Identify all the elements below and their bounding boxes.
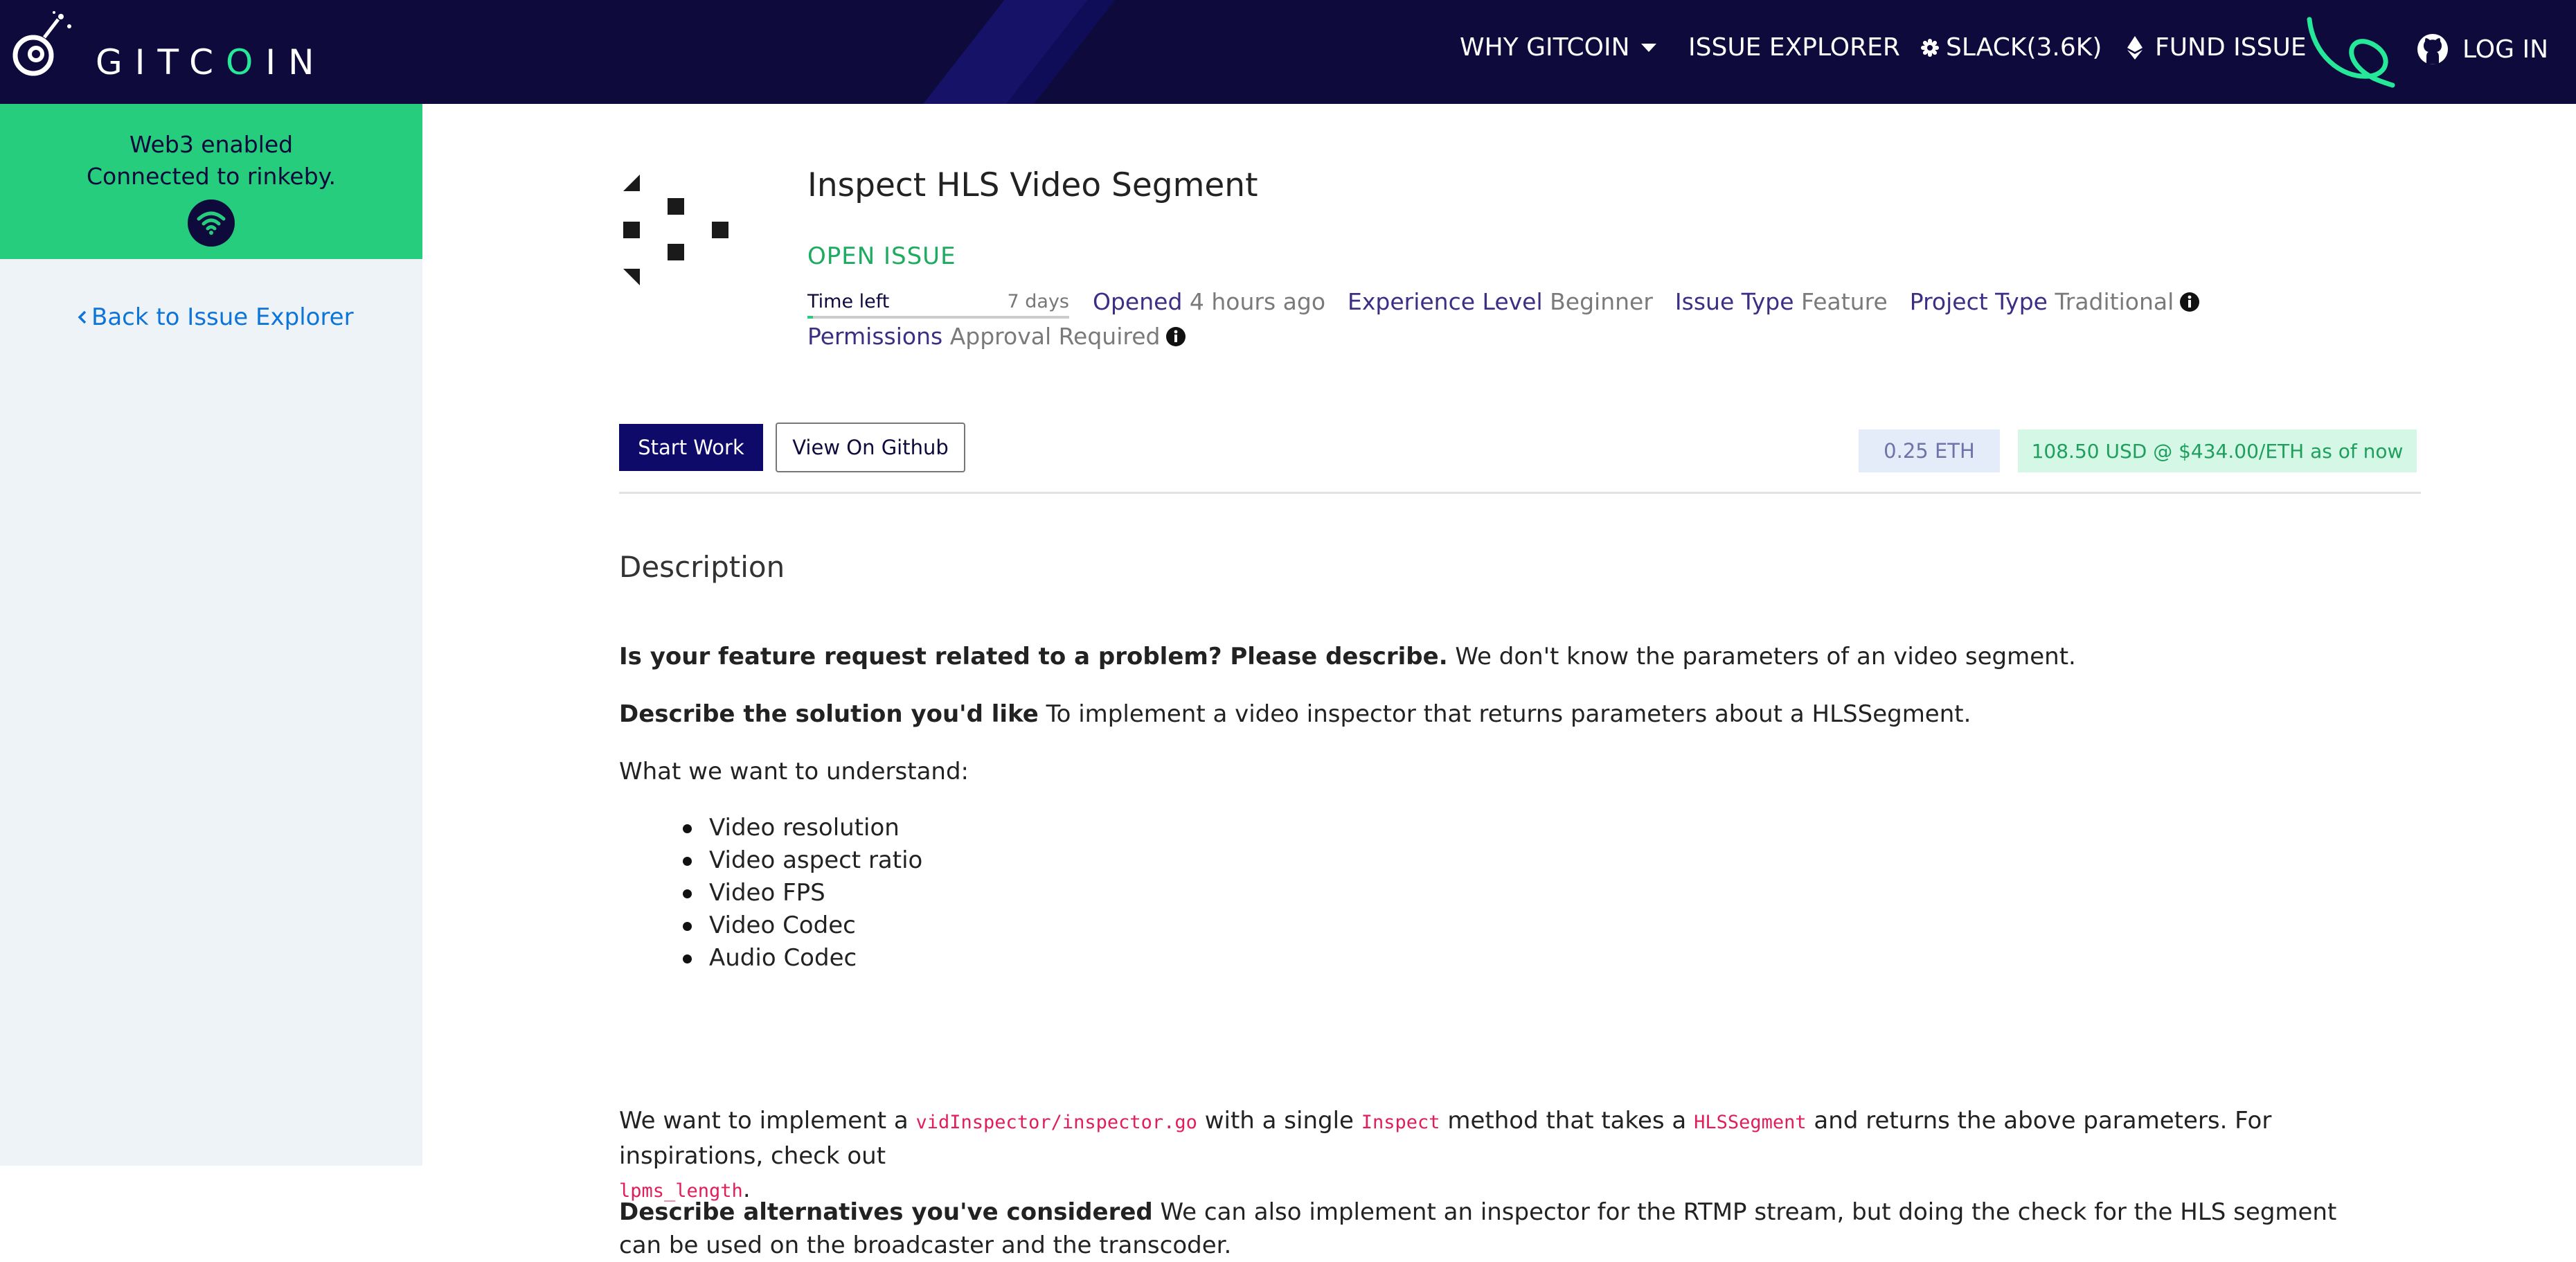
list-item: Video aspect ratio: [683, 844, 922, 877]
list-item: Video FPS: [683, 877, 922, 909]
chevron-down-icon: [1640, 43, 1656, 52]
issue-detail: Inspect HLS Video Segment OPEN ISSUE Tim…: [422, 104, 2576, 1259]
time-left-progress: [807, 316, 1069, 319]
time-left-value: 7 days: [1007, 291, 1070, 312]
gitcoin-wordmark: GITCOIN: [96, 42, 327, 82]
start-work-button[interactable]: Start Work: [619, 424, 763, 471]
nav-login[interactable]: LOG IN: [2417, 33, 2548, 65]
description-heading: Description: [619, 550, 785, 584]
meta-permissions: Permissions Approval Required: [807, 323, 1186, 353]
description-paragraph-solution: Describe the solution you'd like To impl…: [619, 700, 1971, 728]
decorative-squiggle-icon: [2307, 17, 2395, 88]
parameters-list: Video resolution Video aspect ratio Vide…: [683, 812, 922, 975]
nav-why-label: WHY GITCOIN: [1460, 33, 1630, 62]
slack-icon: [1920, 37, 1940, 58]
description-paragraph-problem: Is your feature request related to a pro…: [619, 643, 2076, 670]
description-paragraph-implement: We want to implement a vidInspector/insp…: [619, 1107, 2272, 1203]
nav-login-label: LOG IN: [2462, 35, 2548, 64]
info-icon[interactable]: [1165, 326, 1186, 353]
gitcoin-logo[interactable]: GITCOIN: [10, 10, 327, 86]
description-paragraph-alternatives: Describe alternatives you've considered …: [619, 1198, 2337, 1259]
list-item: Audio Codec: [683, 942, 922, 975]
list-item: Video Codec: [683, 909, 922, 942]
usd-amount-badge: 108.50 USD @ $434.00/ETH as of now: [2018, 429, 2417, 472]
nav-why-gitcoin[interactable]: WHY GITCOIN: [1460, 33, 1656, 62]
issue-status-badge: OPEN ISSUE: [807, 242, 956, 270]
time-left-indicator: Time left 7 days: [807, 281, 1069, 320]
section-divider: [619, 492, 2421, 494]
nav-fund-issue[interactable]: FUND ISSUE: [2127, 33, 2307, 62]
sidebar: Web3 enabled Connected to rinkeby. Back …: [0, 104, 422, 1166]
web3-status-panel: Web3 enabled Connected to rinkeby.: [0, 104, 422, 259]
meta-project-type: Project Type Traditional: [1910, 288, 2201, 318]
nav-slack[interactable]: SLACK(3.6K): [1920, 33, 2102, 62]
time-left-progress-fill: [807, 316, 813, 319]
network-status-text: Connected to rinkeby.: [87, 163, 336, 190]
back-link-label: Back to Issue Explorer: [91, 303, 354, 331]
time-left-label: Time left: [807, 291, 890, 312]
nav-explorer-label: ISSUE EXPLORER: [1688, 33, 1900, 62]
list-item: Video resolution: [683, 812, 922, 844]
web3-enabled-text: Web3 enabled: [129, 131, 294, 158]
code-inline: Inspect: [1361, 1112, 1440, 1133]
nav-issue-explorer[interactable]: ISSUE EXPLORER: [1688, 33, 1900, 62]
issue-title: Inspect HLS Video Segment: [807, 166, 1258, 204]
gitcoin-logo-icon: [12, 11, 71, 76]
description-paragraph-understand: What we want to understand:: [619, 758, 969, 785]
info-icon[interactable]: [2179, 291, 2200, 318]
eth-amount-badge: 0.25 ETH: [1859, 429, 2000, 472]
github-icon: [2417, 33, 2449, 65]
project-avatar: [623, 175, 728, 285]
nav-fund-label: FUND ISSUE: [2155, 33, 2307, 62]
meta-experience: Experience Level Beginner: [1348, 288, 1653, 315]
issue-meta-row: Time left 7 days Opened 4 hours ago Expe…: [807, 281, 2222, 320]
nav-slack-label: SLACK(3.6K): [1946, 33, 2102, 62]
meta-opened: Opened 4 hours ago: [1093, 288, 1326, 315]
ethereum-icon: [2127, 35, 2143, 60]
top-navbar: GITCOIN WHY GITCOIN ISSUE EXPLORER SLACK…: [0, 0, 2576, 104]
chevron-left-icon: [78, 303, 87, 331]
back-to-explorer-link[interactable]: Back to Issue Explorer: [78, 303, 354, 331]
code-inline: vidInspector/inspector.go: [915, 1112, 1197, 1133]
code-inline: HLSSegment: [1694, 1112, 1807, 1133]
wifi-icon: [188, 199, 235, 247]
meta-issue-type: Issue Type Feature: [1674, 288, 1888, 315]
view-on-github-button[interactable]: View On Github: [776, 423, 965, 472]
